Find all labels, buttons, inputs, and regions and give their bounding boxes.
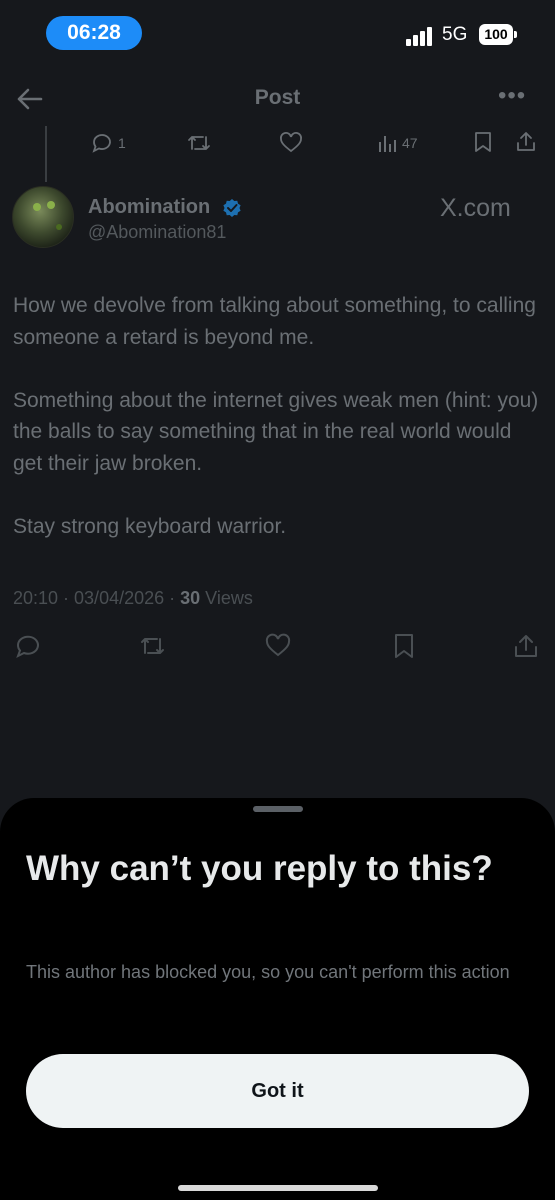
post-actions-bar [0,632,555,666]
repost-action[interactable] [186,130,212,156]
post-paragraph: Stay strong keyboard warrior. [13,514,287,538]
x-com-watermark: X.com [440,194,511,222]
status-bar: 06:28 5G 100 [0,0,555,66]
battery-icon: 100 [479,24,513,45]
sheet-description: This author has blocked you, so you can'… [26,962,510,982]
views-count: 47 [402,135,418,151]
like-action[interactable] [278,130,304,156]
page-title: Post [254,86,301,109]
author-name[interactable]: Abomination [88,196,210,219]
post-header: Post ••• [0,66,555,132]
battery-tip [514,31,517,38]
parent-post-actions: 1 47 [0,126,555,156]
bookmark-icon[interactable] [472,130,494,154]
post-paragraph: How we devolve from talking about someth… [13,294,536,349]
post-timestamp: 20:10 · 03/04/2026 · [13,588,181,608]
sheet-title: Why can’t you reply to this? [26,849,493,888]
views-label: Views [200,588,253,608]
signal-icon [406,26,434,46]
reply-count: 1 [118,135,126,151]
sheet-grabber[interactable] [253,806,303,812]
reply-blocked-sheet: Why can’t you reply to this? This author… [0,798,555,1200]
reply-icon[interactable] [14,632,42,660]
home-indicator [178,1185,378,1191]
reply-action[interactable]: 1 [90,130,126,156]
views-number: 30 [180,588,201,608]
avatar[interactable] [12,186,74,248]
post-meta: 20:10 · 03/04/2026 · 30 Views [13,588,253,609]
verified-badge-icon [223,199,241,217]
author-handle[interactable]: @Abomination81 [88,222,226,243]
repost-icon [188,136,210,150]
repost-icon[interactable] [138,632,166,660]
reply-icon [92,134,111,153]
more-options-icon[interactable]: ••• [498,82,526,110]
post-paragraph: Something about the internet gives weak … [13,388,539,475]
bookmark-icon[interactable] [390,632,418,660]
got-it-button[interactable]: Got it [26,1054,529,1128]
network-label: 5G [442,24,468,45]
share-icon[interactable] [512,632,540,660]
heart-icon [280,132,302,153]
heart-icon[interactable] [264,632,292,660]
views-action[interactable]: 47 [376,130,418,156]
status-time: 06:28 [46,16,142,50]
views-icon [379,136,396,152]
share-icon[interactable] [514,130,538,154]
post-body: How we devolve from talking about someth… [13,290,543,574]
